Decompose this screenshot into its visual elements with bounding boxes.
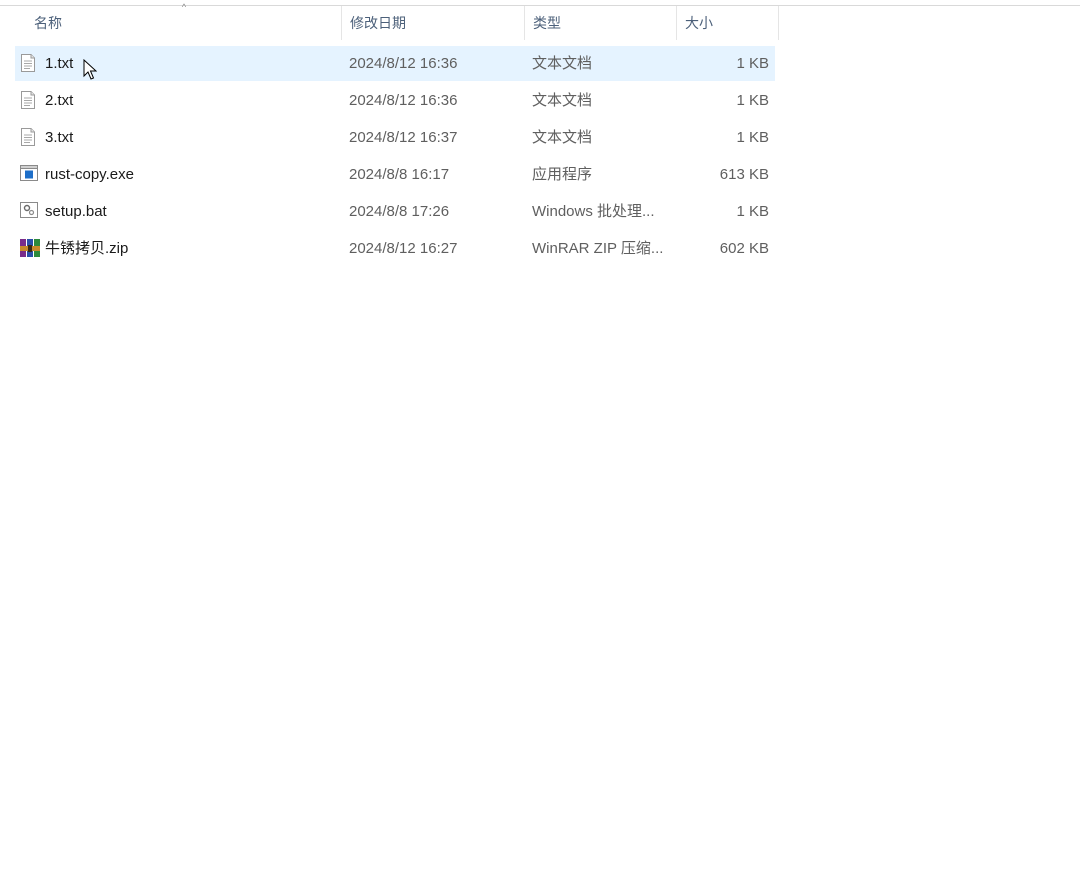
file-type: 文本文档 [532,129,593,146]
text-file-icon [20,128,36,146]
file-size: 602 KB [719,240,769,257]
file-type: 文本文档 [532,92,593,109]
file-size: 1 KB [736,55,769,72]
file-name[interactable]: 2.txt [45,83,335,118]
winrar-archive-icon [20,239,40,257]
file-date: 2024/8/12 16:27 [349,240,458,257]
file-size: 1 KB [736,203,769,220]
column-header-type[interactable]: 类型 [525,6,677,40]
file-type: 应用程序 [532,166,593,183]
batch-file-icon [20,202,38,220]
file-row[interactable]: 1.txt 2024/8/12 16:36 文本文档 1 KB [15,46,775,81]
file-name[interactable]: 3.txt [45,120,335,155]
text-file-icon [20,91,36,109]
column-header-bar: ^ 名称 修改日期 类型 大小 [0,3,779,40]
file-size: 613 KB [719,166,769,183]
file-date: 2024/8/12 16:37 [349,129,458,146]
file-type: Windows 批处理... [532,203,655,220]
file-date: 2024/8/12 16:36 [349,55,458,72]
file-date: 2024/8/8 16:17 [349,166,450,183]
file-type: WinRAR ZIP 压缩... [532,240,664,257]
file-row[interactable]: 3.txt 2024/8/12 16:37 文本文档 1 KB [15,120,775,155]
file-row[interactable]: setup.bat 2024/8/8 17:26 Windows 批处理... … [15,194,775,229]
file-rows: 1.txt 2024/8/12 16:36 文本文档 1 KB 2.txt 20… [15,46,775,268]
file-list-pane: ^ 名称 修改日期 类型 大小 1.txt 2024/8/12 16:36 文本… [0,0,1080,884]
file-name[interactable]: setup.bat [45,194,335,229]
application-icon [20,165,38,183]
column-header-date[interactable]: 修改日期 [342,6,525,40]
column-header-size[interactable]: 大小 [677,6,779,40]
mouse-pointer-icon [83,58,98,81]
file-date: 2024/8/8 17:26 [349,203,450,220]
file-name[interactable]: 牛锈拷贝.zip [45,231,335,266]
file-row[interactable]: 2.txt 2024/8/12 16:36 文本文档 1 KB [15,83,775,118]
file-row[interactable]: rust-copy.exe 2024/8/8 16:17 应用程序 613 KB [15,157,775,192]
file-type: 文本文档 [532,55,593,72]
file-name[interactable]: rust-copy.exe [45,157,335,192]
file-date: 2024/8/12 16:36 [349,92,458,109]
column-header-name[interactable]: 名称 [26,6,342,40]
file-row[interactable]: 牛锈拷贝.zip 2024/8/12 16:27 WinRAR ZIP 压缩..… [15,231,775,266]
file-size: 1 KB [736,129,769,146]
text-file-icon [20,54,36,72]
file-size: 1 KB [736,92,769,109]
